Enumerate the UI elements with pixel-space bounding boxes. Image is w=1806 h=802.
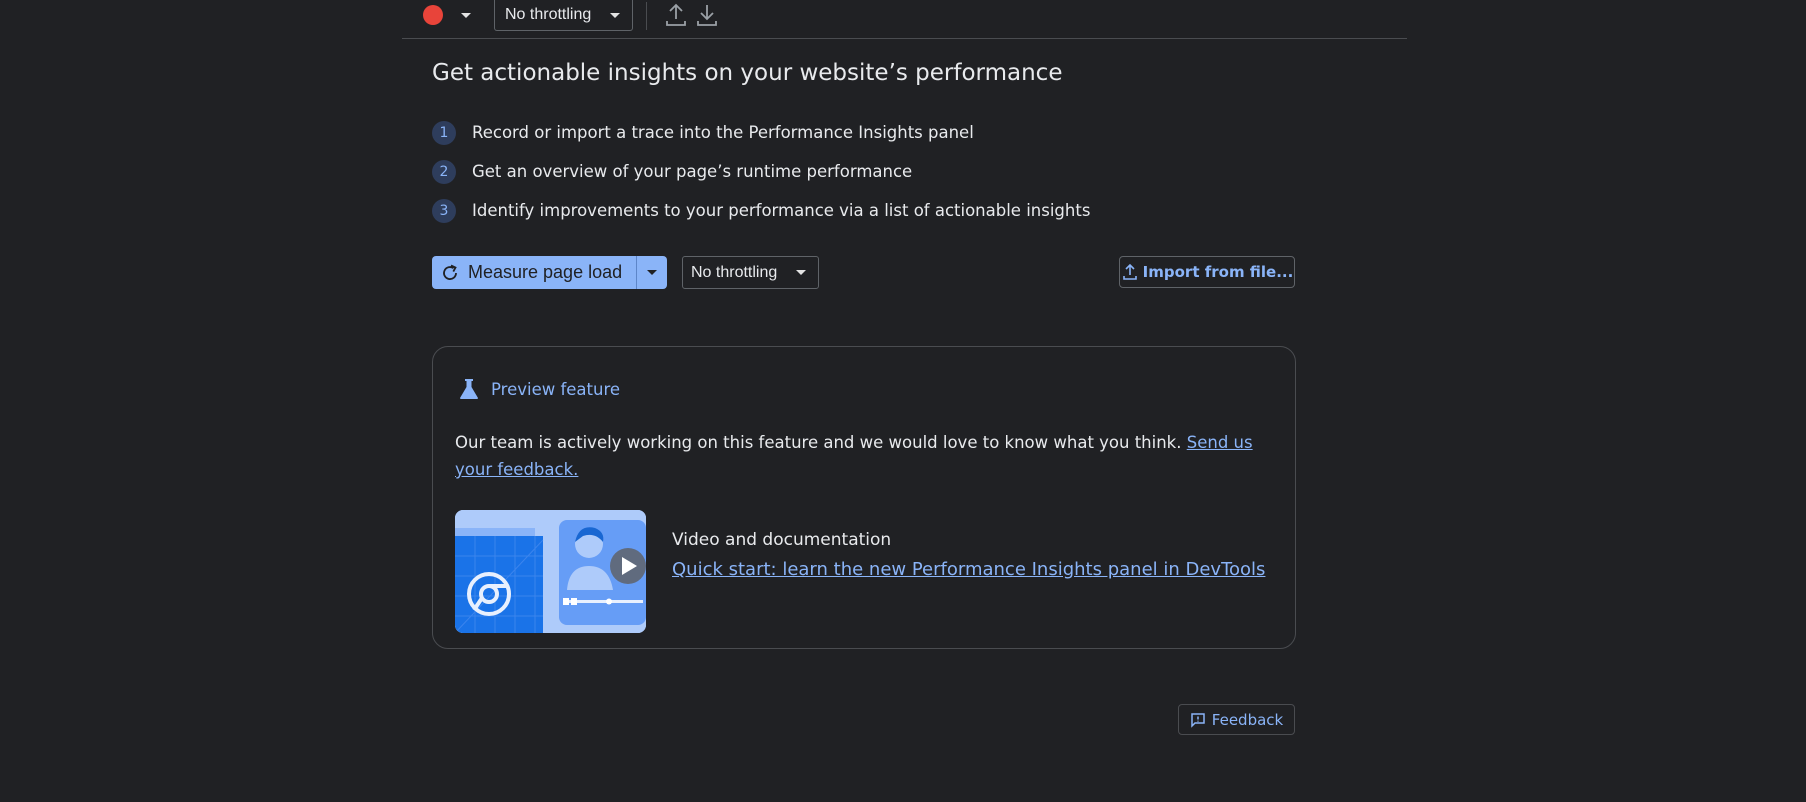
video-section-title: Video and documentation <box>672 530 892 550</box>
step-text: Record or import a trace into the Perfor… <box>472 123 974 142</box>
steps-list: 1 Record or import a trace into the Perf… <box>432 113 1090 230</box>
import-from-file-label: Import from file... <box>1142 263 1294 281</box>
preview-feature-header: Preview feature <box>459 378 620 400</box>
import-from-file-button[interactable]: Import from file... <box>1119 256 1295 288</box>
measure-page-load-main[interactable]: Measure page load <box>432 256 636 289</box>
step-number: 1 <box>432 120 456 145</box>
step-number: 2 <box>432 159 456 184</box>
top-toolbar: No throttling <box>402 0 1407 39</box>
preview-body-text: Our team is actively working on this fea… <box>455 433 1187 452</box>
flask-icon <box>460 379 478 399</box>
throttling-select-value: No throttling <box>691 263 778 281</box>
record-button[interactable] <box>423 5 443 25</box>
step-item: 2 Get an overview of your page’s runtime… <box>432 152 1090 191</box>
measure-options-dropdown[interactable] <box>637 256 667 289</box>
preview-feature-label: Preview feature <box>491 379 621 399</box>
throttling-select[interactable]: No throttling <box>494 0 633 31</box>
throttling-select-value: No throttling <box>505 6 592 23</box>
video-thumbnail[interactable] <box>455 510 646 633</box>
upload-icon <box>1122 263 1137 280</box>
page-title: Get actionable insights on your website’… <box>432 60 1063 86</box>
record-options-chevron-down-icon[interactable] <box>461 13 471 18</box>
step-number: 3 <box>432 198 456 223</box>
video-thumbnail-illustration <box>455 510 646 633</box>
feedback-button-label: Feedback <box>1211 710 1284 729</box>
network-throttling-select[interactable]: No throttling <box>682 256 819 289</box>
step-item: 3 Identify improvements to your performa… <box>432 191 1090 230</box>
download-icon[interactable] <box>695 2 719 28</box>
reload-icon <box>443 264 457 280</box>
measure-page-load-label: Measure page load <box>468 262 623 282</box>
measure-page-load-button: Measure page load <box>432 256 667 289</box>
step-text: Get an overview of your page’s runtime p… <box>472 162 913 181</box>
preview-description: Our team is actively working on this fea… <box>455 429 1255 483</box>
toolbar-divider <box>646 2 647 30</box>
step-text: Identify improvements to your performanc… <box>472 201 1091 220</box>
feedback-icon <box>1191 712 1205 728</box>
chevron-down-icon <box>796 270 806 275</box>
step-item: 1 Record or import a trace into the Perf… <box>432 113 1090 152</box>
upload-icon[interactable] <box>664 2 688 28</box>
preview-feature-card: Preview feature Our team is actively wor… <box>432 346 1296 649</box>
chevron-down-icon <box>610 12 620 18</box>
chevron-down-icon <box>647 270 657 275</box>
quick-start-video-link[interactable]: Quick start: learn the new Performance I… <box>672 559 1265 580</box>
feedback-button[interactable]: Feedback <box>1178 704 1295 735</box>
